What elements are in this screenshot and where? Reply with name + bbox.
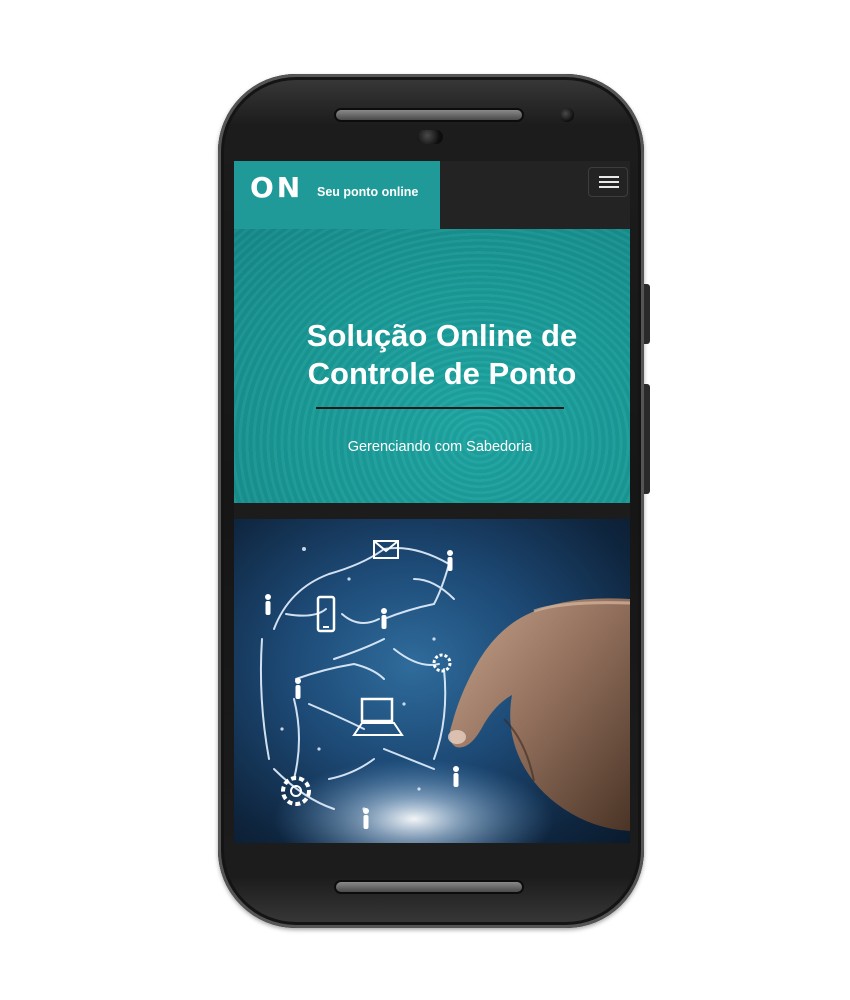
hero-banner: Solução Online de Controle de Ponto Gere… [234,229,630,503]
hero-title: Solução Online de Controle de Ponto [234,317,630,393]
network-illustration [259,540,630,843]
gear-icon [432,653,452,673]
phone-frame: ON Seu ponto online Solução Online de Co… [218,74,650,928]
hero-divider [316,407,564,409]
brand-logo[interactable]: ON Seu ponto online [234,161,440,229]
earpiece-speaker [336,110,522,120]
hamburger-menu-icon[interactable] [588,167,628,197]
bottom-speaker [336,882,522,892]
power-button [644,384,650,494]
section-gap [234,503,630,519]
laptop-icon [352,697,404,736]
brand-tagline: Seu ponto online [317,185,419,199]
navbar: ON Seu ponto online [234,161,630,229]
volume-button [644,284,650,344]
hero-title-line-1: Solução Online de [306,318,578,353]
smartphone-icon [316,595,336,633]
phone-screen: ON Seu ponto online Solução Online de Co… [234,161,630,843]
front-sensor [560,108,574,122]
brand-logo-text: ON [250,171,304,204]
front-camera [417,130,443,144]
hero-subtitle: Gerenciando com Sabedoria [347,439,533,455]
network-hand-image [234,519,630,843]
hero-title-line-2: Controle de Ponto [307,356,577,391]
